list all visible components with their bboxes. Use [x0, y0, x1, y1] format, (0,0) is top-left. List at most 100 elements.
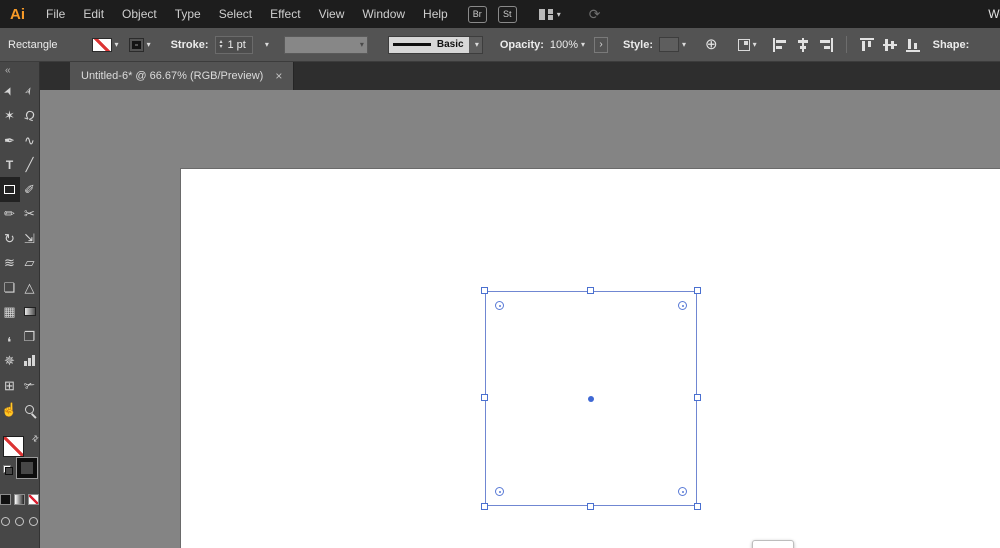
align-divider [845, 36, 847, 53]
stroke-color-caret-icon[interactable]: ▾ [147, 40, 151, 49]
fill-proxy-swatch[interactable] [2, 436, 24, 457]
artboard-tool[interactable]: ⊞ [0, 373, 20, 398]
stroke-weight-stepper[interactable]: ▴ ▾ [219, 39, 222, 50]
menu-edit[interactable]: Edit [74, 7, 113, 21]
menu-view[interactable]: View [310, 7, 354, 21]
shape-builder-tool[interactable]: ❏ [0, 275, 20, 300]
brush-definition-dropdown[interactable]: Basic ▾ [387, 35, 483, 54]
pencil-tool[interactable]: ✏ [0, 202, 20, 227]
arrange-documents-icon[interactable] [538, 8, 553, 20]
collapse-panel-icon[interactable]: « [0, 62, 39, 76]
draw-normal-icon[interactable] [1, 517, 10, 526]
column-graph-tool[interactable] [20, 349, 40, 374]
magic-wand-tool[interactable]: ✶ [0, 104, 20, 129]
pen-tool[interactable]: ✒ [0, 128, 20, 153]
vertical-align-bottom-icon[interactable] [905, 38, 920, 52]
sync-icon[interactable]: ⟳ [589, 6, 601, 23]
scale-tool[interactable]: ⇲ [20, 226, 40, 251]
lasso-tool[interactable]: Ω [20, 104, 40, 129]
menu-help[interactable]: Help [414, 7, 457, 21]
color-button[interactable] [0, 494, 11, 505]
stroke-color-swatch[interactable] [128, 37, 144, 52]
opacity-caret-icon[interactable]: ▾ [581, 40, 585, 49]
menu-window[interactable]: Window [353, 7, 414, 21]
menu-object[interactable]: Object [113, 7, 166, 21]
fill-color-swatch[interactable] [91, 37, 112, 52]
menu-effect[interactable]: Effect [261, 7, 309, 21]
web-globe-icon[interactable]: ⊕ [705, 37, 718, 52]
paintbrush-tool[interactable]: ✐ [20, 177, 40, 202]
default-fill-stroke-icon[interactable] [2, 465, 13, 475]
selected-rectangle[interactable] [481, 287, 701, 510]
opacity-label: Opacity: [499, 38, 544, 51]
stroke-weight-value[interactable]: 1 pt [228, 39, 246, 51]
graphic-style-swatch[interactable] [659, 37, 680, 52]
stroke-weight-caret-icon[interactable]: ▾ [265, 40, 269, 49]
corner-widget-sw[interactable] [495, 487, 504, 496]
scissors-tool[interactable]: ✂ [20, 202, 40, 227]
horizontal-align-center-icon[interactable] [796, 37, 810, 52]
stepper-down-icon[interactable]: ▾ [219, 44, 222, 50]
width-tool[interactable]: ≋ [0, 251, 20, 276]
selection-handle-ne[interactable] [694, 287, 701, 294]
bridge-button[interactable]: Br [467, 5, 487, 23]
selection-handle-nw[interactable] [481, 287, 488, 294]
corner-widget-ne[interactable] [678, 301, 687, 310]
stroke-weight-field[interactable]: ▴ ▾ 1 pt [215, 35, 253, 54]
selection-handle-se[interactable] [694, 503, 701, 510]
stroke-proxy-swatch[interactable] [15, 457, 38, 479]
tab-close-icon[interactable]: × [275, 70, 282, 82]
slice-tool[interactable]: ✃ [20, 373, 40, 398]
stock-button[interactable]: St [497, 5, 517, 23]
selection-handle-s[interactable] [586, 503, 594, 510]
selection-handle-w[interactable] [481, 394, 488, 401]
type-tool[interactable]: T [0, 153, 20, 178]
gradient-tool[interactable] [20, 300, 40, 325]
selection-handle-e[interactable] [694, 394, 701, 401]
eyedropper-tool[interactable]: ❜ [0, 324, 20, 349]
gradient-button[interactable] [14, 494, 25, 505]
horizontal-align-left-icon[interactable] [772, 37, 787, 52]
hand-tool[interactable]: ☝ [0, 398, 20, 423]
blend-tool[interactable]: ❐ [20, 324, 40, 349]
none-button[interactable] [28, 494, 39, 505]
document-tab[interactable]: Untitled-6* @ 66.67% (RGB/Preview) × [70, 62, 295, 90]
symbol-sprayer-tool[interactable]: ✵ [0, 349, 20, 374]
direct-selection-tool[interactable]: ➢ [20, 79, 40, 104]
brush-caret-icon: ▾ [474, 40, 479, 49]
vertical-align-top-icon[interactable] [859, 37, 874, 52]
curvature-tool[interactable]: ∿ [20, 128, 40, 153]
menu-type[interactable]: Type [166, 7, 210, 21]
graphic-style-caret-icon[interactable]: ▾ [682, 40, 686, 49]
corner-widget-nw[interactable] [495, 301, 504, 310]
workspace-label[interactable]: We [988, 7, 1000, 21]
opacity-panel-button[interactable]: › [594, 36, 609, 53]
document-setup-control[interactable]: ▾ [737, 38, 757, 51]
mesh-tool[interactable]: ▦ [0, 300, 20, 325]
center-point[interactable] [588, 395, 594, 402]
rotate-tool[interactable]: ↻ [0, 226, 20, 251]
free-transform-tool[interactable]: ▱ [20, 251, 40, 276]
brush-caret-button[interactable]: ▾ [468, 36, 482, 53]
width-profile-dropdown[interactable]: ▾ [283, 35, 368, 54]
line-segment-tool[interactable]: ╱ [20, 153, 40, 178]
arrange-documents-caret-icon[interactable]: ▾ [557, 10, 561, 19]
color-mode-row [0, 494, 39, 505]
menu-file[interactable]: File [37, 7, 74, 21]
selection-handle-n[interactable] [586, 287, 594, 294]
rectangle-tool[interactable] [0, 177, 20, 202]
selection-handle-sw[interactable] [481, 503, 488, 510]
selection-tool[interactable]: ➤ [0, 79, 20, 104]
canvas[interactable] [40, 90, 1000, 548]
horizontal-align-right-icon[interactable] [819, 37, 833, 52]
perspective-grid-tool[interactable]: △ [20, 275, 40, 300]
opacity-value[interactable]: 100% [550, 39, 578, 51]
fill-color-caret-icon[interactable]: ▾ [115, 40, 119, 49]
corner-widget-se[interactable] [678, 487, 687, 496]
vertical-align-center-icon[interactable] [882, 38, 897, 52]
zoom-tool[interactable] [20, 398, 40, 423]
menu-select[interactable]: Select [210, 7, 261, 21]
draw-behind-icon[interactable] [15, 517, 24, 526]
swap-fill-stroke-icon[interactable]: ⇄ [30, 433, 41, 444]
draw-inside-icon[interactable] [29, 517, 38, 526]
